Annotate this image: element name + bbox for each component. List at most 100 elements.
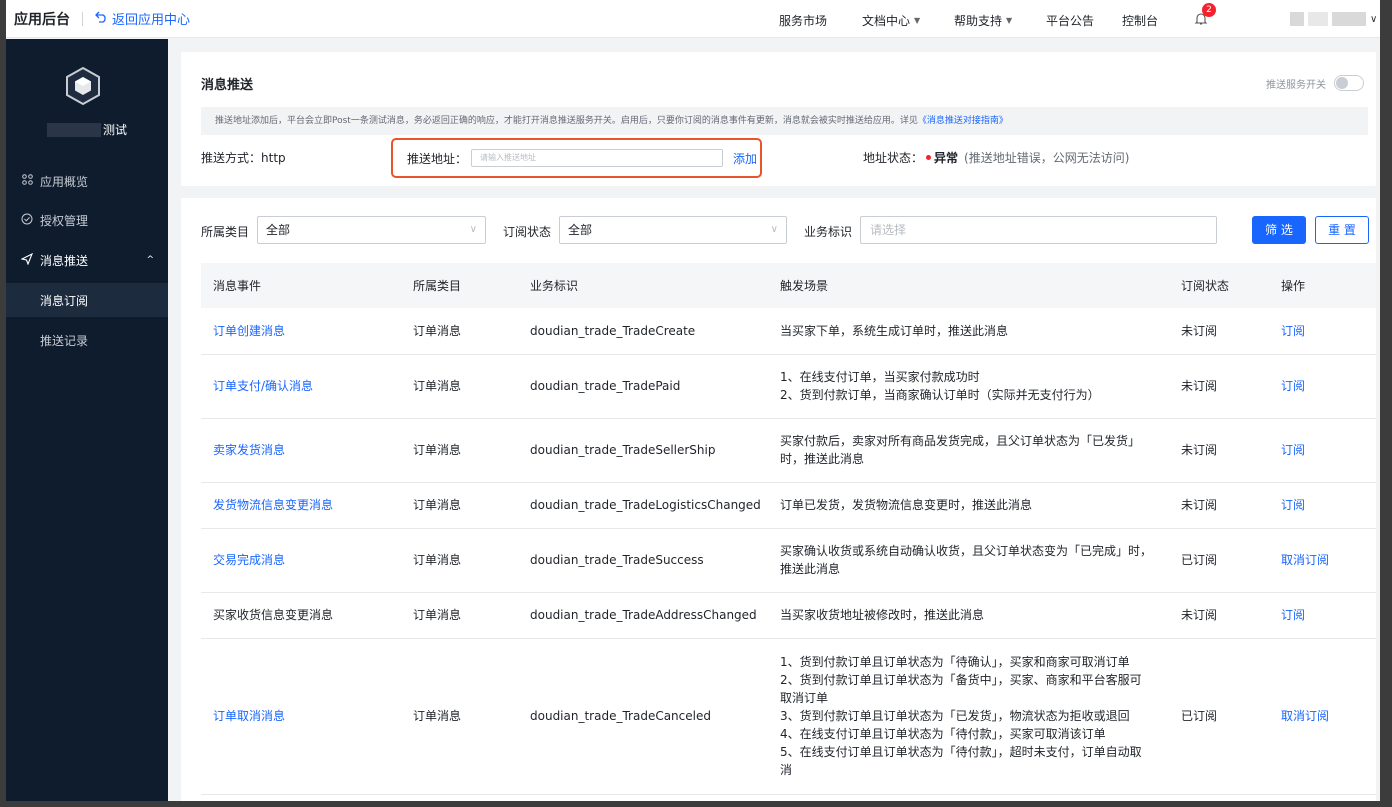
scene-line: 当买家下单，系统生成订单时，推送此消息 [780,323,1009,338]
push-service-switch-group: 推送服务开关 [1266,75,1364,91]
table-header-row: 消息事件 所属类目 业务标识 触发场景 订阅状态 操作 [201,263,1376,308]
push-address-input[interactable]: 请输入推送地址 [471,149,724,167]
user-menu[interactable]: ∨ [1290,12,1377,26]
filter-bar: 所属类目 全部 ∨ 订阅状态 全部 ∨ 业务标识 请选择 筛 选 重 置 [201,216,1376,244]
error-status-dot [926,155,932,160]
column-header: 所属类目 [401,263,518,308]
back-to-app-center-link[interactable]: 返回应用中心 [95,9,190,28]
nav-console[interactable]: 控制台 [1122,12,1158,29]
table-row: 交易完成消息 订单消息 doudian_trade_TradeSuccess 买家确认… [201,528,1376,593]
reset-button[interactable]: 重 置 [1315,216,1369,244]
category-filter-label: 所属类目 [201,225,250,239]
biz-id-cell: doudian_trade_TradeAddressChanged [518,592,768,639]
integration-guide-link[interactable]: 《消息推送对接指南》 [918,116,1008,126]
scene-line: 3、货到付款订单且订单状态为「已发货」，物流状态为拒收或退回 [780,709,1130,723]
chevron-down-icon: ∨ [770,224,778,235]
sidebar-item-app-overview[interactable]: 应用概览 [6,164,168,198]
table-row: 订单支付/确认消息 订单消息 doudian_trade_TradePaid 1、在线… [201,354,1376,419]
sidebar-item-message-push[interactable]: 消息推送 ^ [6,243,168,277]
nav-platform-announcement[interactable]: 平台公告 [1046,12,1094,29]
app-name-suffix: 测试 [102,123,127,137]
caret-down-icon: ▼ [1006,16,1013,25]
biz-id-cell: doudian_trade_TradeSuccess [518,528,768,593]
sub-status-select-value: 全部 [568,223,593,237]
category-cell: 订单消息 [401,638,518,795]
sidebar-item-auth-management[interactable]: 授权管理 [6,203,168,237]
scene-line: 消 [780,763,793,777]
sidebar-item-label: 推送记录 [40,333,89,348]
biz-id-input[interactable]: 请选择 [860,216,1217,244]
chevron-up-icon: ^ [146,255,154,265]
sub-status-cell: 未订阅 [1169,482,1269,529]
bell-icon [1194,13,1208,29]
notification-badge: 2 [1202,3,1216,17]
biz-id-filter-label: 业务标识 [804,225,853,239]
avatar [1290,12,1304,26]
sidebar: 测试 应用概览 授权管理 消息推送 ^ 消息订阅 推送记录 [6,39,168,801]
event-name-cell[interactable]: 发货物流信息变更消息 [201,482,401,529]
caret-down-icon: ▼ [914,16,921,25]
push-method-value: http [261,151,286,165]
push-method: 推送方式：http [201,149,286,166]
table-row: 卖家发货消息 订单消息 doudian_trade_TradeSellerShip 买… [201,418,1376,483]
unsubscribe-link[interactable]: 取消订阅 [1269,528,1376,593]
event-name-cell[interactable]: 交易完成消息 [201,528,401,593]
filter-button[interactable]: 筛 选 [1252,216,1306,244]
subscription-list-card: 所属类目 全部 ∨ 订阅状态 全部 ∨ 业务标识 请选择 筛 选 重 置 消息事… [181,198,1376,801]
scene-line: 1、货到付款订单且订单状态为「待确认」，买家和商家可取消订单 [780,655,1130,669]
column-header: 业务标识 [518,263,768,308]
scene-cell: 1、在线支付订单，当买家付款成功时 2、货到付款订单，当商家确认订单时（实际并无支… [768,354,1169,419]
notice-text: 推送地址添加后，平台会立即Post一条测试消息，务必返回正确的响应，才能打开消息… [215,116,918,126]
event-name-cell: 买家收货信息变更消息 [201,592,401,639]
sub-status-select[interactable]: 全部 ∨ [559,216,787,244]
nav-label: 文档中心 [862,14,911,28]
app-name: 测试 [6,121,168,138]
scene-line: 2、货到付款订单，当商家确认订单时（实际并无支付行为） [780,388,1100,402]
subscribe-link[interactable]: 订阅 [1269,354,1376,419]
nav-docs-center[interactable]: 文档中心 ▼ [862,12,920,29]
nav-label: 控制台 [1122,14,1159,28]
scene-line: 买家付款后，卖家对所有商品发货完成，且父订单状态为「已发货」 [780,434,1141,448]
subscribe-link[interactable]: 订阅 [1269,418,1376,483]
biz-id-cell: doudian_trade_TradeSellerShip [518,418,768,483]
sidebar-item-message-subscription[interactable]: 消息订阅 [6,283,168,317]
address-status-note: (推送地址错误，公网无法访问) [964,151,1130,165]
column-header: 消息事件 [201,263,401,308]
table-row: 订单取消消息 订单消息 doudian_trade_TradeCanceled 1、货… [201,638,1376,795]
send-icon [20,252,34,268]
event-name-cell[interactable]: 订单创建消息 [201,308,401,355]
event-name-cell[interactable]: 卖家发货消息 [201,418,401,483]
unsubscribe-link[interactable]: 取消订阅 [1269,638,1376,795]
category-cell: 订单消息 [401,418,518,483]
scene-line: 时，推送此消息 [780,452,865,466]
sidebar-item-label: 消息推送 [40,253,89,268]
nav-help-support[interactable]: 帮助支持 ▼ [954,12,1012,29]
event-name-cell[interactable]: 订单取消消息 [201,638,401,795]
biz-id-cell: doudian_trade_TradeCanceled [518,638,768,795]
category-cell: 订单消息 [401,528,518,593]
sidebar-item-push-records[interactable]: 推送记录 [6,323,168,357]
notification-bell[interactable]: 2 [1194,3,1216,29]
back-link-label: 返回应用中心 [112,13,191,28]
grid-icon [20,174,34,188]
column-header: 订阅状态 [1169,263,1269,308]
add-address-button[interactable]: 添加 [733,150,757,167]
event-name-cell[interactable]: 订单支付/确认消息 [201,354,401,419]
scene-line: 5、在线支付订单且订单状态为「待付款」，超时未支付，订单自动取 [780,745,1142,759]
subscribe-link[interactable]: 订阅 [1269,592,1376,639]
back-arrow-icon [95,11,108,27]
nav-service-market[interactable]: 服务市场 [779,12,827,29]
scene-cell: 1、货到付款订单且订单状态为「待确认」，买家和商家可取消订单 2、货到付款订单且订… [768,638,1169,795]
scene-line: 当买家收货地址被修改时，推送此消息 [780,608,985,622]
table-row: 买家收货信息变更消息 订单消息 doudian_trade_TradeAddress… [201,592,1376,639]
sidebar-item-label: 消息订阅 [40,293,89,308]
category-select[interactable]: 全部 ∨ [257,216,486,244]
subscribe-link[interactable]: 订阅 [1269,482,1376,529]
top-bar: 应用后台 返回应用中心 服务市场 文档中心 ▼ 帮助支持 ▼ 平台公告 控制台 2 [6,0,1386,38]
nav-label: 服务市场 [779,14,828,28]
subscribe-link[interactable]: 订阅 [1269,308,1376,355]
window-edge [1380,0,1386,801]
push-service-toggle[interactable] [1334,75,1364,91]
sub-status-cell: 未订阅 [1169,592,1269,639]
sidebar-item-label: 授权管理 [40,213,89,228]
